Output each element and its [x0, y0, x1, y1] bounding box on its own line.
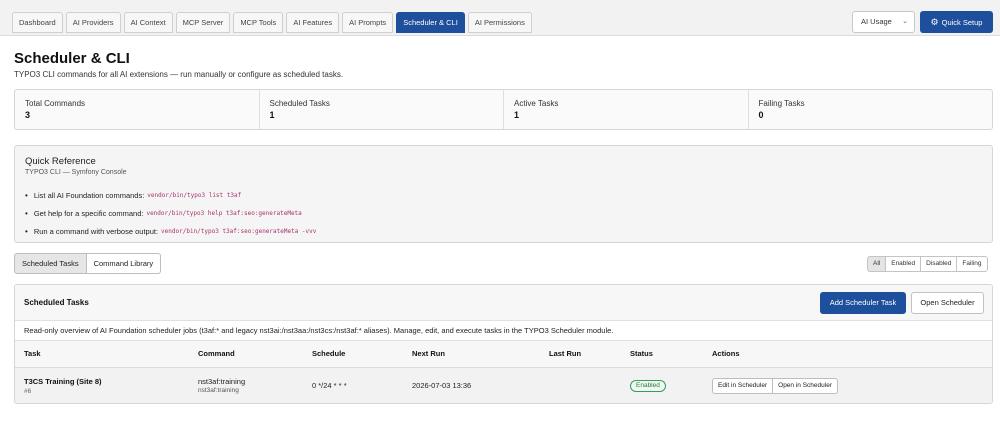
bullet-icon: •	[25, 208, 28, 218]
column-header-last-run: Last Run	[549, 341, 630, 368]
table-row: T3CS Training (Site 8) #6 nst3af:trainin…	[15, 367, 992, 403]
panel-description: Read-only overview of AI Foundation sche…	[15, 321, 992, 341]
tab-ai-features[interactable]: AI Features	[286, 12, 340, 33]
bullet-icon: •	[25, 190, 28, 200]
stat-label: Total Commands	[25, 99, 86, 108]
quick-reference-title: Quick Reference	[25, 156, 96, 167]
tab-mcp-tools[interactable]: MCP Tools	[233, 12, 284, 33]
open-in-scheduler-button[interactable]: Open in Scheduler	[773, 377, 838, 394]
bullet-icon: •	[25, 226, 28, 236]
scheduled-tasks-view-button[interactable]: Scheduled Tasks	[14, 253, 87, 274]
column-header-task: Task	[15, 341, 198, 368]
column-header-actions: Actions	[712, 341, 992, 368]
stat-active-tasks: Active Tasks 1	[504, 90, 749, 129]
tab-ai-context[interactable]: AI Context	[123, 12, 173, 33]
last-run-cell	[549, 367, 630, 403]
scheduled-tasks-table: Task Command Schedule Next Run Last Run …	[15, 341, 992, 403]
list-item: • Get help for a specific command: vendo…	[25, 204, 982, 222]
tab-mcp-server[interactable]: MCP Server	[175, 12, 231, 33]
task-id: #6	[24, 387, 32, 395]
panel-title: Scheduled Tasks	[24, 298, 89, 307]
stat-total-commands: Total Commands 3	[15, 90, 260, 129]
quick-setup-button[interactable]: ⚙ Quick Setup	[920, 11, 993, 33]
gear-icon: ⚙	[930, 17, 939, 27]
column-header-schedule: Schedule	[312, 341, 412, 368]
scheduled-tasks-panel: Scheduled Tasks Add Scheduler Task Open …	[14, 284, 993, 404]
list-item: • Run a command with verbose output: ven…	[25, 222, 982, 240]
panel-header: Scheduled Tasks Add Scheduler Task Open …	[15, 285, 992, 321]
stat-failing-tasks: Failing Tasks 0	[749, 90, 993, 129]
column-header-next-run: Next Run	[412, 341, 549, 368]
actions-cell: Edit in Scheduler Open in Scheduler	[712, 367, 992, 403]
status-badge: Enabled	[630, 379, 666, 392]
add-scheduler-task-button[interactable]: Add Scheduler Task	[820, 292, 906, 314]
stat-label: Failing Tasks	[758, 99, 805, 108]
filter-all-button[interactable]: All	[867, 256, 887, 272]
chevron-down-icon: ⌄	[902, 18, 908, 25]
status-filter: All Enabled Disabled Failing	[867, 256, 988, 272]
table-header-row: Task Command Schedule Next Run Last Run …	[15, 341, 992, 368]
command-alias: nst3af:training	[198, 387, 239, 395]
filter-enabled-button[interactable]: Enabled	[885, 256, 922, 272]
ai-usage-select-value: AI Usage	[861, 17, 892, 26]
reference-code: vendor/bin/typo3 t3af:seo:generateMeta -…	[161, 227, 317, 235]
schedule-cell: 0 */24 * * *	[312, 367, 412, 403]
page-title: Scheduler & CLI	[14, 50, 130, 67]
task-cell: T3CS Training (Site 8) #6	[15, 367, 198, 403]
tab-ai-prompts[interactable]: AI Prompts	[342, 12, 394, 33]
row-actions: Edit in Scheduler Open in Scheduler	[712, 377, 838, 394]
filter-disabled-button[interactable]: Disabled	[920, 256, 958, 272]
module-tabs: Dashboard AI Providers AI Context MCP Se…	[12, 12, 532, 33]
edit-in-scheduler-button[interactable]: Edit in Scheduler	[712, 377, 774, 394]
reference-code: vendor/bin/typo3 help t3af:seo:generateM…	[146, 209, 302, 217]
quick-reference-subtitle: TYPO3 CLI — Symfony Console	[25, 169, 127, 176]
command-name: nst3af:training	[198, 377, 246, 387]
tab-ai-permissions[interactable]: AI Permissions	[467, 12, 532, 33]
column-header-status: Status	[630, 341, 712, 368]
open-scheduler-button[interactable]: Open Scheduler	[911, 292, 984, 314]
stat-label: Scheduled Tasks	[269, 99, 330, 108]
stat-value: 3	[25, 110, 31, 120]
stat-value: 1	[269, 110, 275, 120]
tab-scheduler-cli[interactable]: Scheduler & CLI	[396, 12, 465, 33]
column-header-command: Command	[198, 341, 312, 368]
task-name: T3CS Training (Site 8)	[24, 376, 102, 386]
stat-label: Active Tasks	[514, 99, 559, 108]
page-subtitle: TYPO3 CLI commands for all AI extensions…	[14, 70, 344, 79]
view-switch: Scheduled Tasks Command Library	[14, 253, 162, 274]
command-library-view-button[interactable]: Command Library	[86, 253, 162, 274]
reference-text: List all AI Foundation commands:	[33, 190, 145, 200]
tab-ai-providers[interactable]: AI Providers	[65, 12, 121, 33]
next-run-cell: 2026-07-03 13:36	[412, 367, 549, 403]
filter-failing-button[interactable]: Failing	[956, 256, 988, 272]
command-cell: nst3af:training nst3af:training	[198, 367, 312, 403]
stat-value: 1	[514, 110, 520, 120]
ai-usage-select[interactable]: AI Usage ⌄	[852, 11, 915, 33]
quick-reference-card: Quick Reference TYPO3 CLI — Symfony Cons…	[14, 145, 993, 243]
stats-summary: Total Commands 3 Scheduled Tasks 1 Activ…	[14, 89, 993, 130]
status-cell: Enabled	[630, 367, 712, 403]
reference-text: Run a command with verbose output:	[33, 226, 159, 236]
tab-dashboard[interactable]: Dashboard	[12, 12, 63, 33]
reference-text: Get help for a specific command:	[33, 208, 144, 218]
quick-setup-label: Quick Setup	[941, 18, 983, 27]
list-item: • List all AI Foundation commands: vendo…	[25, 186, 982, 204]
stat-value: 0	[758, 110, 764, 120]
top-navigation-bar: Dashboard AI Providers AI Context MCP Se…	[0, 0, 1000, 36]
quick-reference-list: • List all AI Foundation commands: vendo…	[25, 186, 982, 240]
reference-code: vendor/bin/typo3 list t3af	[147, 191, 242, 199]
stat-scheduled-tasks: Scheduled Tasks 1	[260, 90, 504, 129]
